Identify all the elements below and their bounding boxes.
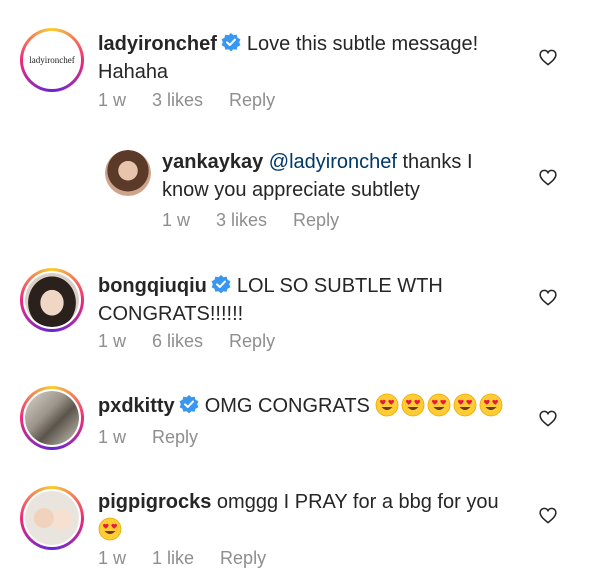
emoji-row xyxy=(98,519,124,541)
username[interactable]: ladyironchef xyxy=(98,33,217,55)
heart-eyes-emoji-icon xyxy=(98,517,122,541)
heart-eyes-emoji-icon xyxy=(427,393,451,417)
reply-button[interactable]: Reply xyxy=(293,210,339,230)
comment-meta: 1 w Reply xyxy=(98,427,224,448)
timestamp: 1 w xyxy=(98,548,127,568)
reply-button[interactable]: Reply xyxy=(229,90,275,110)
comment-body: omggg I PRAY for a bbg for you xyxy=(216,491,499,513)
heart-eyes-emoji-icon xyxy=(401,393,425,417)
username[interactable]: yankaykay xyxy=(162,151,263,173)
reply-button[interactable]: Reply xyxy=(229,331,275,351)
like-heart-icon[interactable] xyxy=(539,507,557,524)
timestamp: 1 w xyxy=(162,210,191,230)
reply-button[interactable]: Reply xyxy=(152,427,198,447)
heart-eyes-emoji-icon xyxy=(479,393,503,417)
heart-eyes-emoji-icon xyxy=(375,393,399,417)
avatar[interactable] xyxy=(20,486,84,550)
likes-count[interactable]: 1 like xyxy=(152,548,194,568)
comment-meta: 1 w 6 likes Reply xyxy=(98,331,301,352)
verified-badge-icon xyxy=(211,275,231,295)
comment-text: ladyironchef Love this subtle message! Ha… xyxy=(98,30,518,86)
comment-text: pxdkitty OMG CONGRATS xyxy=(98,392,538,420)
avatar[interactable] xyxy=(105,150,151,196)
avatar[interactable] xyxy=(20,268,84,332)
reply-button[interactable]: Reply xyxy=(220,548,266,568)
likes-count[interactable]: 3 likes xyxy=(152,90,203,110)
heart-eyes-emoji-icon xyxy=(453,393,477,417)
timestamp: 1 w xyxy=(98,427,127,447)
timestamp: 1 w xyxy=(98,90,127,110)
username[interactable]: pxdkitty xyxy=(98,395,175,417)
avatar-logo-text: ladyironchef xyxy=(29,55,75,65)
like-heart-icon[interactable] xyxy=(539,169,557,186)
comment-text: yankaykay @ladyironchef thanks I know yo… xyxy=(162,148,502,204)
username[interactable]: bongqiuqiu xyxy=(98,275,207,297)
like-heart-icon[interactable] xyxy=(539,410,557,427)
username[interactable]: pigpigrocks xyxy=(98,491,211,513)
like-heart-icon[interactable] xyxy=(539,49,557,66)
avatar[interactable]: ladyironchef xyxy=(20,28,84,92)
avatar[interactable] xyxy=(20,386,84,450)
verified-badge-icon xyxy=(179,395,199,415)
verified-badge-icon xyxy=(221,33,241,53)
comment-text: pigpigrocks omggg I PRAY for a bbg for y… xyxy=(98,488,538,544)
timestamp: 1 w xyxy=(98,331,127,351)
comment-body: OMG CONGRATS xyxy=(204,395,370,417)
mention-link[interactable]: @ladyironchef xyxy=(269,151,397,173)
likes-count[interactable]: 6 likes xyxy=(152,331,203,351)
emoji-row xyxy=(375,395,505,417)
like-heart-icon[interactable] xyxy=(539,289,557,306)
likes-count[interactable]: 3 likes xyxy=(216,210,267,230)
comment-meta: 1 w 3 likes Reply xyxy=(162,210,365,231)
comment-meta: 1 w 1 like Reply xyxy=(98,548,292,569)
comment-meta: 1 w 3 likes Reply xyxy=(98,90,301,111)
comment-text: bongqiuqiu LOL SO SUBTLE WTH CONGRATS!!!!… xyxy=(98,272,518,328)
